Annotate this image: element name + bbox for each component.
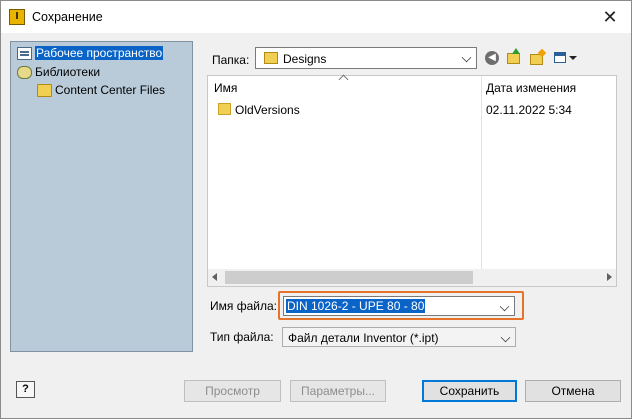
folder-dropdown[interactable]: Designs bbox=[255, 47, 477, 69]
nav-item-label: Библиотеки bbox=[35, 65, 101, 79]
row-modified: 02.11.2022 5:34 bbox=[486, 103, 572, 117]
chevron-down-icon bbox=[461, 52, 472, 63]
view-menu-button[interactable] bbox=[553, 50, 579, 66]
dialog-title: Сохранение bbox=[32, 10, 103, 24]
chevron-down-icon bbox=[500, 332, 511, 343]
help-button[interactable]: ? bbox=[16, 381, 35, 398]
nav-item-label: Content Center Files bbox=[55, 83, 166, 97]
back-icon: ◀ bbox=[485, 51, 499, 65]
options-button[interactable]: Параметры... bbox=[290, 380, 386, 402]
back-button[interactable]: ◀ bbox=[484, 50, 502, 66]
view-menu-icon bbox=[554, 52, 566, 63]
row-name: OldVersions bbox=[235, 103, 300, 117]
inventor-app-icon: I bbox=[9, 9, 25, 25]
sort-ascending-icon bbox=[338, 74, 349, 85]
horizontal-scrollbar[interactable] bbox=[208, 269, 616, 286]
column-header-name[interactable]: Имя bbox=[214, 76, 237, 100]
location-pane: Рабочее пространство Библиотеки Content … bbox=[10, 41, 193, 352]
folder-label: Папка: bbox=[212, 53, 250, 67]
title-bar: I Сохранение ✕ bbox=[1, 1, 631, 33]
file-list: Имя Дата изменения OldVersions 02.11.202… bbox=[207, 74, 617, 287]
scroll-left-icon[interactable] bbox=[212, 273, 217, 281]
filename-label: Имя файла: bbox=[210, 299, 277, 313]
folder-icon bbox=[218, 103, 231, 115]
cancel-button[interactable]: Отмена bbox=[525, 380, 621, 402]
filename-input[interactable]: DIN 1026-2 - UPE 80 - 80 bbox=[283, 296, 515, 316]
save-button[interactable]: Сохранить bbox=[422, 380, 517, 402]
column-header-modified[interactable]: Дата изменения bbox=[486, 76, 576, 100]
nav-item-workspace[interactable]: Рабочее пространство bbox=[17, 45, 164, 62]
up-folder-icon bbox=[507, 53, 520, 64]
preview-button[interactable]: Просмотр bbox=[184, 380, 281, 402]
filetype-value: Файл детали Inventor (*.ipt) bbox=[288, 331, 439, 345]
nav-item-label: Рабочее пространство bbox=[35, 46, 164, 60]
filetype-dropdown[interactable]: Файл детали Inventor (*.ipt) bbox=[282, 327, 516, 347]
nav-item-libraries[interactable]: Библиотеки bbox=[17, 64, 100, 81]
filename-value: DIN 1026-2 - UPE 80 - 80 bbox=[286, 299, 426, 313]
folder-value: Designs bbox=[283, 52, 327, 66]
workspace-icon bbox=[17, 47, 32, 61]
scrollbar-thumb[interactable] bbox=[225, 271, 473, 284]
up-folder-button[interactable] bbox=[505, 48, 523, 66]
new-folder-button[interactable] bbox=[529, 48, 547, 66]
close-button[interactable]: ✕ bbox=[597, 4, 623, 30]
column-divider bbox=[481, 76, 482, 269]
chevron-down-icon[interactable] bbox=[499, 301, 510, 312]
folder-icon bbox=[264, 52, 278, 64]
save-dialog: I Сохранение ✕ Рабочее пространство Библ… bbox=[0, 0, 632, 419]
nav-item-content-center[interactable]: Content Center Files bbox=[37, 82, 165, 99]
library-icon bbox=[17, 66, 32, 80]
filetype-label: Тип файла: bbox=[210, 330, 274, 344]
folder-icon bbox=[37, 84, 52, 98]
scroll-right-icon[interactable] bbox=[607, 273, 612, 281]
